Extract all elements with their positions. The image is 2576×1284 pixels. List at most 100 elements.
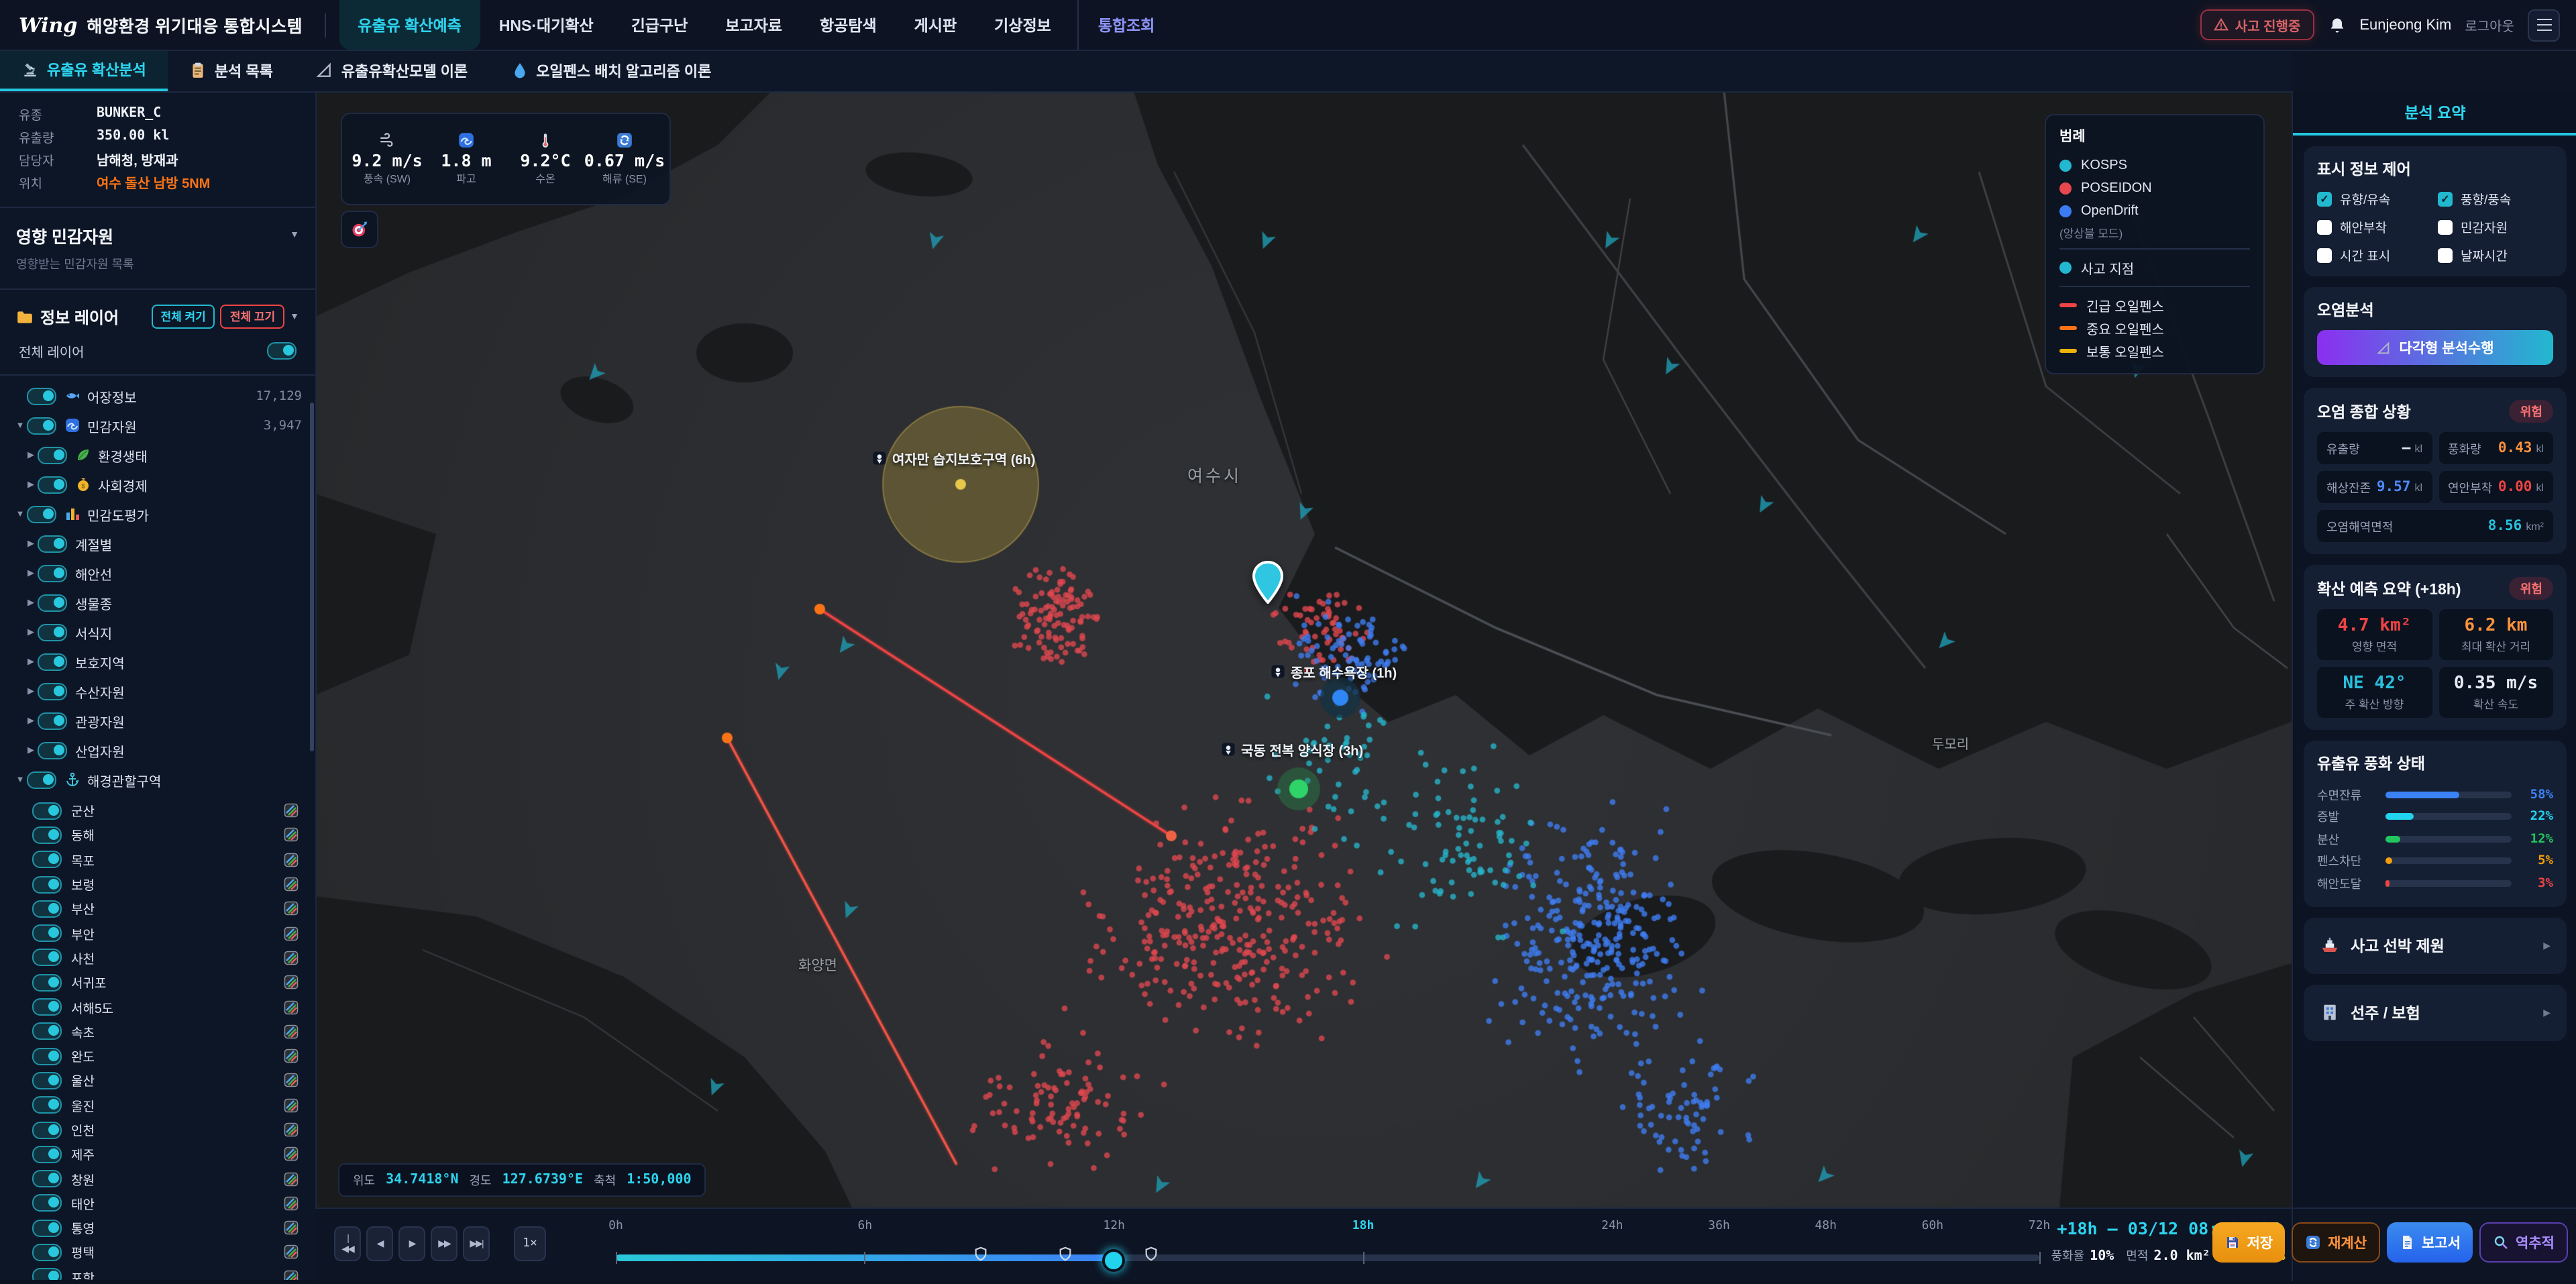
region-toggle[interactable] — [32, 1219, 62, 1236]
checkbox[interactable] — [2438, 219, 2453, 234]
farm-marker-label[interactable]: 국동 전복 양식장 (3h) — [1221, 739, 1363, 759]
fast-forward-button[interactable]: ▶▶ — [431, 1226, 458, 1261]
layer-toggle[interactable] — [38, 535, 67, 552]
region-style-button[interactable] — [283, 925, 299, 941]
caret-icon[interactable]: ▶ — [24, 449, 38, 460]
region-toggle[interactable] — [32, 1072, 62, 1089]
checkbox[interactable] — [2317, 219, 2332, 234]
region-toggle[interactable] — [32, 802, 62, 819]
subtab-유출유 확산분석[interactable]: 유출유 확산분석 — [0, 50, 168, 91]
caret-icon[interactable]: ▶ — [24, 715, 38, 726]
tab-항공탐색[interactable]: 항공탐색 — [801, 0, 896, 50]
layer-toggle[interactable] — [38, 712, 67, 729]
region-toggle[interactable] — [32, 875, 62, 893]
region-style-button[interactable] — [283, 1269, 299, 1279]
region-toggle[interactable] — [32, 1047, 62, 1065]
timeline-label-72h[interactable]: 72h — [2029, 1220, 2051, 1233]
region-toggle[interactable] — [32, 949, 62, 967]
master-layer-toggle[interactable] — [267, 342, 297, 360]
region-style-button[interactable] — [283, 1220, 299, 1236]
timeline-track[interactable] — [616, 1254, 2039, 1261]
region-toggle[interactable] — [32, 1244, 62, 1261]
checkbox[interactable]: ✓ — [2438, 191, 2453, 206]
step-back-button[interactable]: ◀ — [366, 1226, 393, 1261]
logout-button[interactable]: 로그아웃 — [2465, 15, 2514, 35]
display-option-유향/유속[interactable]: ✓유향/유속 — [2317, 189, 2432, 208]
region-style-button[interactable] — [283, 1171, 299, 1187]
timeline-label-48h[interactable]: 48h — [1815, 1220, 1837, 1233]
timeline-handle[interactable] — [1103, 1249, 1126, 1272]
region-style-button[interactable] — [283, 1097, 299, 1113]
region-style-button[interactable] — [283, 1146, 299, 1163]
region-style-button[interactable] — [283, 802, 299, 818]
caret-icon[interactable]: ▼ — [13, 509, 27, 519]
all-layers-on-button[interactable]: 전체 켜기 — [152, 305, 215, 329]
timeline-label-18h[interactable]: 18h — [1352, 1220, 1375, 1233]
caret-icon[interactable]: ▶ — [24, 656, 38, 667]
layer-toggle[interactable] — [38, 594, 67, 611]
display-option-풍향/풍속[interactable]: ✓풍향/풍속 — [2438, 189, 2553, 208]
caret-icon[interactable]: ▼ — [13, 421, 27, 430]
timeline-label-6h[interactable]: 6h — [858, 1220, 873, 1233]
skip-end-button[interactable]: ▶▶| — [463, 1226, 490, 1261]
region-style-button[interactable] — [283, 999, 299, 1015]
display-option-해안부착[interactable]: 해안부착 — [2317, 217, 2432, 236]
subtab-오일펜스 배치 알고리즘 이론[interactable]: 오일펜스 배치 알고리즘 이론 — [489, 50, 733, 91]
layer-toggle[interactable] — [38, 446, 67, 464]
checkbox[interactable] — [2438, 248, 2453, 262]
region-style-button[interactable] — [283, 901, 299, 917]
region-style-button[interactable] — [283, 974, 299, 990]
subtab-분석 목록[interactable]: 분석 목록 — [168, 50, 294, 91]
region-style-button[interactable] — [283, 1073, 299, 1089]
affected-resources-header[interactable]: 영향 민감자원 ▼ — [0, 213, 315, 252]
region-toggle[interactable] — [32, 900, 62, 918]
보고서-button[interactable]: 보고서 — [2387, 1222, 2473, 1263]
layer-toggle[interactable] — [27, 417, 56, 434]
all-layers-off-button[interactable]: 전체 끄기 — [221, 305, 284, 329]
region-toggle[interactable] — [32, 851, 62, 868]
region-style-button[interactable] — [283, 876, 299, 892]
caret-icon[interactable]: ▶ — [24, 686, 38, 696]
map-canvas[interactable] — [315, 91, 2292, 1208]
caret-icon[interactable]: ▶ — [24, 479, 38, 490]
layer-toggle[interactable] — [27, 387, 56, 405]
caret-icon[interactable]: ▼ — [13, 775, 27, 784]
region-toggle[interactable] — [32, 973, 62, 991]
region-toggle[interactable] — [32, 924, 62, 942]
region-style-button[interactable] — [283, 1024, 299, 1040]
timeline-label-60h[interactable]: 60h — [1922, 1220, 1944, 1233]
layer-toggle[interactable] — [38, 653, 67, 670]
region-toggle[interactable] — [32, 1096, 62, 1114]
layer-toggle[interactable] — [38, 741, 67, 759]
timeline-label-36h[interactable]: 36h — [1708, 1220, 1730, 1233]
recenter-target-button[interactable] — [341, 211, 378, 248]
layer-toggle[interactable] — [27, 505, 56, 523]
timeline-label-12h[interactable]: 12h — [1103, 1220, 1125, 1233]
region-style-button[interactable] — [283, 827, 299, 843]
tab-보고자료[interactable]: 보고자료 — [706, 0, 801, 50]
layer-toggle[interactable] — [38, 623, 67, 641]
speed-button[interactable]: 1× — [514, 1226, 546, 1261]
region-toggle[interactable] — [32, 1023, 62, 1040]
region-style-button[interactable] — [283, 1122, 299, 1138]
region-toggle[interactable] — [32, 998, 62, 1016]
tab-HNS·대기확산[interactable]: HNS·대기확산 — [480, 0, 612, 50]
timeline-label-0h[interactable]: 0h — [608, 1220, 623, 1233]
vessel-spec-section[interactable]: 사고 선박 제원 ▶ — [2304, 917, 2567, 973]
caret-icon[interactable]: ▶ — [24, 627, 38, 637]
sidebar-scrollbar[interactable] — [310, 403, 314, 751]
skip-start-button[interactable]: |◀◀ — [334, 1226, 361, 1261]
play-button[interactable]: ▶ — [398, 1226, 425, 1261]
incident-active-button[interactable]: 사고 진행중 — [2200, 9, 2314, 40]
display-option-시간 표시[interactable]: 시간 표시 — [2317, 246, 2432, 264]
protected-zone-label[interactable]: 여자만 습지보호구역 (6h) — [872, 448, 1035, 468]
재계산-button[interactable]: 재계산 — [2292, 1222, 2380, 1263]
layer-toggle[interactable] — [38, 564, 67, 582]
region-toggle[interactable] — [32, 1121, 62, 1138]
caret-icon[interactable]: ▶ — [24, 597, 38, 608]
subtab-유출유확산모델 이론[interactable]: 유출유확산모델 이론 — [294, 50, 489, 91]
map-viewport[interactable]: 9.2 m/s풍속 (SW)1.8 m파고9.2°C수온0.67 m/s해류 (… — [315, 91, 2292, 1208]
region-toggle[interactable] — [32, 1146, 62, 1163]
display-option-날짜시간[interactable]: 날짜시간 — [2438, 246, 2553, 264]
layer-toggle[interactable] — [38, 682, 67, 700]
